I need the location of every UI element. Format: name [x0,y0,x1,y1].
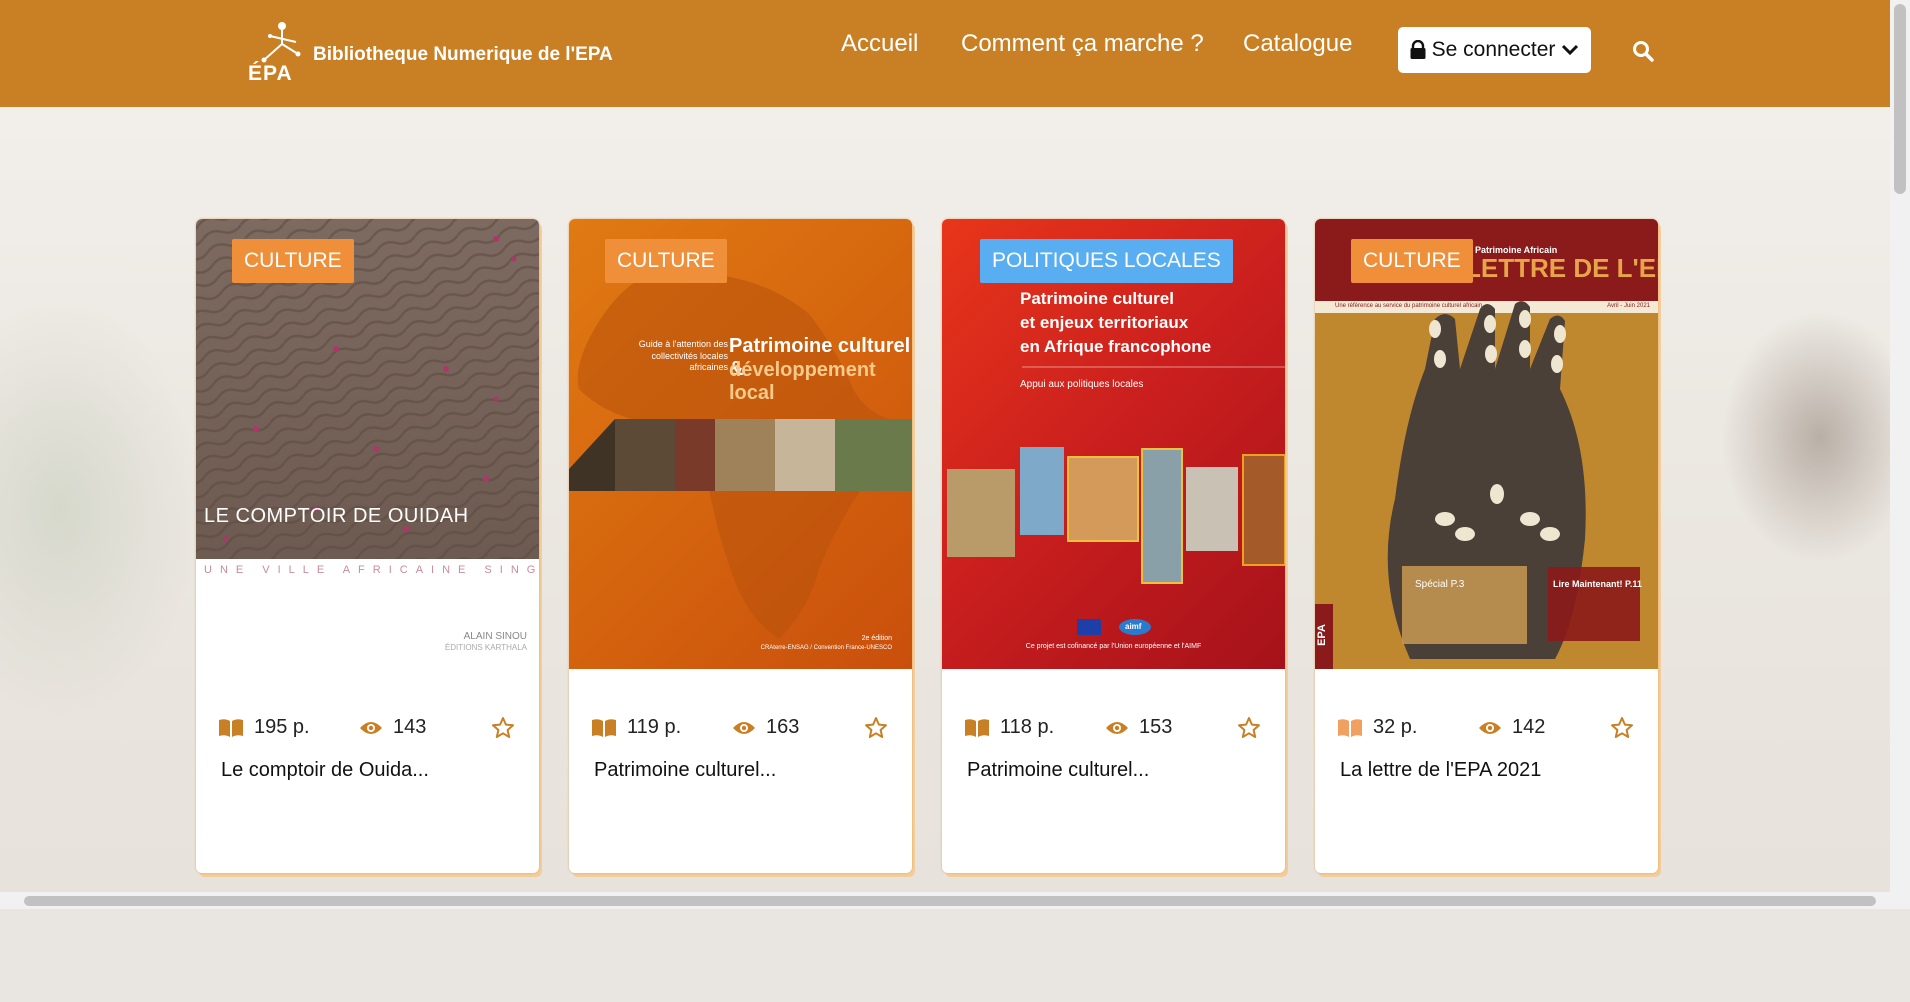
cover-edition: 2e édition [861,635,892,642]
book-title[interactable]: La lettre de l'EPA 2021 [1340,759,1541,782]
star-icon[interactable] [491,716,515,740]
aimf-logo-text: aimf [1125,622,1142,631]
book-meta: 118 p. 153 [942,716,1285,746]
epa-logo[interactable]: ÉPA [248,20,308,86]
category-badge[interactable]: CULTURE [232,239,354,283]
cover-date: Avril - Juin 2021 [1607,303,1650,309]
cover-image [569,274,912,639]
star-icon[interactable] [864,716,888,740]
nav-catalogue[interactable]: Catalogue [1243,30,1352,58]
book-cover[interactable]: Patrimoine Africain LETTRE DE L'EPA Une … [1315,219,1658,669]
book-open-icon [1338,718,1362,737]
login-button[interactable]: Se connecter [1398,27,1591,73]
eye-icon [360,721,382,734]
book-meta: 119 p. 163 [569,716,912,746]
cover-tagline: Une référence au service du patrimoine c… [1335,303,1483,309]
views-label: 143 [393,716,427,738]
views-label: 153 [1139,716,1173,738]
star-icon[interactable] [1237,716,1261,740]
cover-masthead: LETTRE DE L'EPA [1465,253,1658,283]
cover-subtitle: Appui aux politiques locales [1020,379,1144,390]
eye-icon [1106,721,1128,734]
book-open-icon [219,718,243,737]
cover-title: LE COMPTOIR DE OUIDAH [204,505,469,527]
lock-icon [1410,40,1426,59]
views-label: 163 [766,716,800,738]
cover-title-line1: Patrimoine culturel [1020,289,1174,308]
book-card[interactable]: Patrimoine culturel et enjeux territoria… [942,219,1285,873]
cover-partners: CRAterre-ENSAG / Convention France-UNESC… [760,645,892,651]
horizontal-scrollbar[interactable] [0,892,1910,909]
category-badge[interactable]: CULTURE [1351,239,1473,283]
cover-image [947,366,1285,635]
book-card[interactable]: LE COMPTOIR DE OUIDAH UNE VILLE AFRICAIN… [196,219,539,873]
pages-count: 118 p. [964,716,1054,739]
eye-icon [733,721,755,734]
views-label: 142 [1512,716,1546,738]
book-cover[interactable]: Guide à l'attention des collectivités lo… [569,219,912,669]
cover-title-line2: et enjeux territoriaux [1020,313,1189,332]
eye-icon [1479,721,1501,734]
pages-label: 32 p. [1373,716,1418,738]
book-title[interactable]: Patrimoine culturel... [967,759,1149,782]
category-badge[interactable]: POLITIQUES LOCALES [980,239,1233,283]
pages-count: 119 p. [591,716,681,739]
cover-cta: Lire Maintenant! P.11 [1553,579,1642,589]
views-count: 143 [359,716,426,739]
nav-accueil[interactable]: Accueil [841,30,918,58]
logo-text: ÉPA [248,62,293,85]
pages-label: 118 p. [1000,716,1055,738]
cover-side-label: EPA [1315,624,1328,646]
cover-author: ALAIN SINOU [463,631,527,642]
category-badge[interactable]: CULTURE [605,239,727,283]
book-cover[interactable]: LE COMPTOIR DE OUIDAH UNE VILLE AFRICAIN… [196,219,539,669]
pages-count: 195 p. [218,716,310,739]
book-card[interactable]: Guide à l'attention des collectivités lo… [569,219,912,873]
chevron-down-icon [1562,44,1579,56]
cover-title-line2: développement local [729,359,876,404]
cover-image [1315,219,1658,669]
cover-subtitle: UNE VILLE AFRICAINE SINGULIÈRE [204,564,539,576]
book-card[interactable]: Patrimoine Africain LETTRE DE L'EPA Une … [1315,219,1658,873]
login-label: Se connecter [1431,38,1556,61]
pages-label: 119 p. [627,716,682,738]
book-open-icon [965,718,989,737]
scroll-thumb[interactable] [24,896,1876,906]
scroll-thumb[interactable] [1894,4,1906,194]
book-meta: 195 p. 143 [196,716,539,746]
cover-title-line3: en Afrique francophone [1020,337,1212,356]
vertical-scrollbar[interactable] [1890,0,1910,892]
book-title[interactable]: Le comptoir de Ouida... [221,759,429,782]
views-count: 142 [1478,716,1545,739]
cover-publisher: ÉDITIONS KARTHALA [444,643,527,652]
pages-count: 32 p. [1337,716,1417,739]
search-icon[interactable] [1632,40,1654,62]
nav-comment-ca-marche[interactable]: Comment ça marche ? [961,30,1204,58]
views-count: 153 [1105,716,1172,739]
star-icon[interactable] [1610,716,1634,740]
site-title[interactable]: Bibliotheque Numerique de l'EPA [313,44,613,66]
cover-guide-text: Guide à l'attention des collectivités lo… [638,339,728,373]
book-open-icon [592,718,616,737]
site-header: ÉPA Bibliotheque Numerique de l'EPA Accu… [0,0,1890,107]
pages-label: 195 p. [254,716,310,738]
book-meta: 32 p. 142 [1315,716,1658,746]
cover-image [196,219,539,559]
views-count: 163 [732,716,799,739]
book-title[interactable]: Patrimoine culturel... [594,759,776,782]
cover-special: Spécial P.3 [1415,579,1465,590]
cover-footer: Ce projet est cofinancé par l'Union euro… [1025,643,1202,650]
book-cover[interactable]: Patrimoine culturel et enjeux territoria… [942,219,1285,669]
